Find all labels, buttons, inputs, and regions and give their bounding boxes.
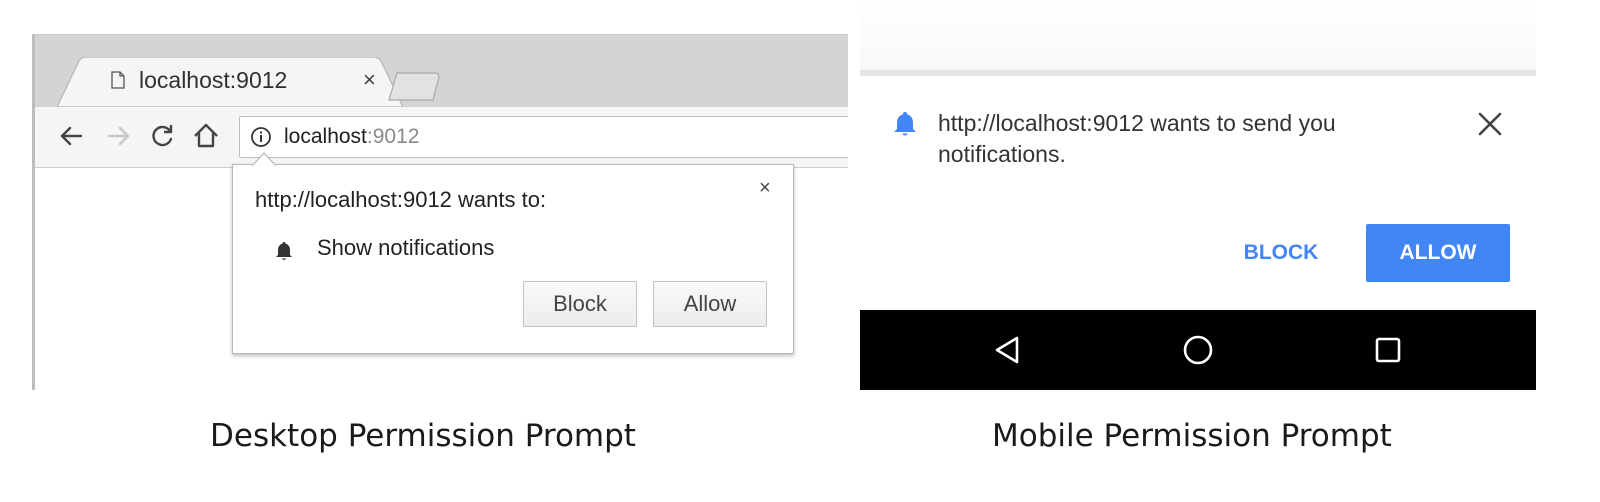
close-icon[interactable] bbox=[1476, 110, 1504, 138]
desktop-caption: Desktop Permission Prompt bbox=[210, 418, 636, 454]
mobile-screen: http://localhost:9012 wants to send you … bbox=[860, 0, 1536, 390]
tab-title: localhost:9012 bbox=[139, 67, 288, 93]
android-navigation-bar bbox=[860, 310, 1536, 390]
page-icon bbox=[111, 71, 125, 89]
new-tab-button[interactable] bbox=[385, 71, 441, 101]
home-circle-icon[interactable] bbox=[1180, 332, 1216, 368]
address-port: :9012 bbox=[366, 125, 420, 148]
address-bar[interactable]: localhost:9012 bbox=[239, 116, 848, 158]
forward-arrow-icon[interactable] bbox=[101, 119, 135, 153]
tab-close-button[interactable]: × bbox=[363, 67, 376, 93]
address-host: localhost bbox=[284, 125, 367, 148]
mobile-permission-prompt: http://localhost:9012 wants to send you … bbox=[860, 76, 1536, 310]
allow-button[interactable]: Allow bbox=[653, 281, 767, 327]
browser-tab[interactable]: localhost:9012 × bbox=[57, 57, 403, 107]
allow-button[interactable]: ALLOW bbox=[1366, 224, 1510, 282]
back-arrow-icon[interactable] bbox=[55, 119, 89, 153]
home-icon[interactable] bbox=[189, 119, 223, 153]
bell-icon bbox=[894, 112, 916, 136]
back-triangle-icon[interactable] bbox=[990, 332, 1026, 368]
bubble-title: http://localhost:9012 wants to: bbox=[255, 187, 547, 212]
bubble-pointer bbox=[252, 152, 276, 166]
browser-toolbar: localhost:9012 bbox=[35, 107, 848, 168]
mobile-top-area bbox=[860, 0, 1536, 72]
mobile-caption: Mobile Permission Prompt bbox=[992, 418, 1392, 454]
block-button[interactable]: Block bbox=[523, 281, 637, 327]
info-icon[interactable] bbox=[250, 126, 272, 148]
bell-icon bbox=[276, 242, 292, 260]
reload-icon[interactable] bbox=[145, 119, 179, 153]
tab-strip: localhost:9012 × bbox=[35, 35, 848, 107]
permission-label: Show notifications bbox=[317, 235, 495, 260]
mobile-prompt-message: http://localhost:9012 wants to send you … bbox=[938, 110, 1336, 167]
recents-square-icon[interactable] bbox=[1370, 332, 1406, 368]
block-button[interactable]: BLOCK bbox=[1226, 224, 1336, 282]
address-text: localhost:9012 bbox=[284, 125, 419, 149]
bubble-close-button[interactable]: × bbox=[759, 177, 771, 200]
desktop-permission-bubble: http://localhost:9012 wants to: × Show n… bbox=[232, 164, 794, 354]
